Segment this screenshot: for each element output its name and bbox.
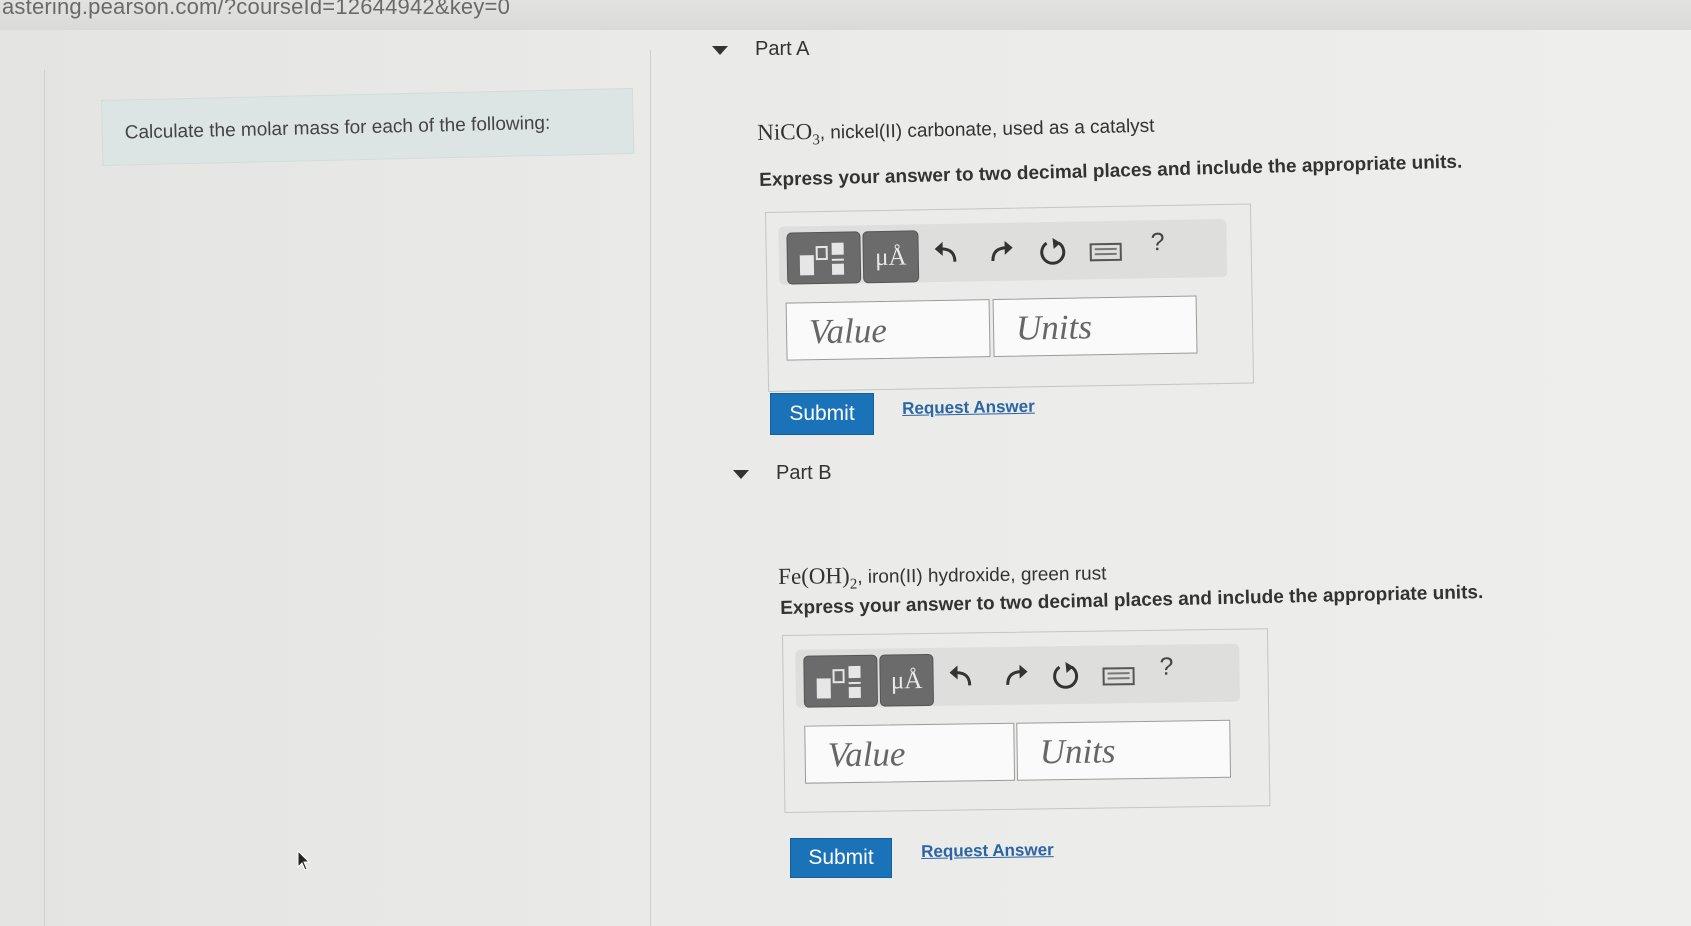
part-b-question: Fe(OH)2, iron(II) hydroxide, green rust	[778, 559, 1107, 594]
math-toolbar: μÅ ?	[795, 643, 1240, 708]
keyboard-icon[interactable]	[1088, 235, 1123, 268]
part-b-submit-button[interactable]: Submit	[790, 838, 892, 878]
value-input[interactable]: Value	[785, 299, 991, 361]
templates-button[interactable]	[803, 654, 879, 708]
redo-icon[interactable]	[999, 661, 1031, 693]
chemical-formula: Fe(OH)2	[778, 563, 858, 593]
part-b-title: Part B	[776, 462, 832, 484]
intro-text: Calculate the molar mass for each of the…	[124, 112, 551, 144]
units-input[interactable]: Units	[992, 295, 1198, 358]
part-b-request-answer-link[interactable]: Request Answer	[921, 840, 1054, 862]
units-glyph: μÅ	[890, 667, 923, 695]
part-a-answer-box: μÅ ? Value Units	[765, 203, 1255, 392]
url-text: astering.pearson.com/?courseId=12644942&…	[2, 0, 511, 19]
mouse-pointer-icon	[297, 850, 311, 871]
collapse-caret-icon[interactable]	[733, 470, 749, 479]
page-content: Calculate the molar mass for each of the…	[0, 30, 1691, 926]
math-toolbar: μÅ ?	[778, 218, 1228, 285]
undo-icon[interactable]	[945, 661, 977, 693]
units-input[interactable]: Units	[1016, 719, 1232, 781]
browser-address-bar[interactable]: astering.pearson.com/?courseId=12644942&…	[0, 0, 1691, 30]
help-icon[interactable]: ?	[1150, 228, 1164, 257]
undo-icon[interactable]	[930, 238, 963, 271]
part-a-submit-button[interactable]: Submit	[770, 393, 874, 435]
reset-icon[interactable]	[1036, 236, 1069, 269]
part-a-instruction: Express your answer to two decimal place…	[759, 151, 1463, 191]
redo-icon[interactable]	[984, 237, 1017, 270]
part-a-request-answer-link[interactable]: Request Answer	[902, 397, 1035, 419]
part-b-description: , iron(II) hydroxide, green rust	[857, 563, 1107, 588]
part-b-answer-box: μÅ ? Value Units	[782, 628, 1271, 813]
divider	[44, 70, 45, 926]
units-glyph: μÅ	[874, 243, 907, 272]
part-a-description: , nickel(II) carbonate, used as a cataly…	[819, 115, 1155, 144]
units-button[interactable]: μÅ	[879, 653, 935, 707]
divider	[650, 50, 651, 926]
templates-icon	[816, 665, 861, 699]
part-a-question: NiCO3, nickel(II) carbonate, used as a c…	[757, 112, 1155, 151]
intro-panel: Calculate the molar mass for each of the…	[101, 87, 635, 166]
value-input[interactable]: Value	[804, 722, 1016, 784]
units-button[interactable]: μÅ	[862, 230, 920, 284]
templates-icon	[799, 242, 845, 276]
keyboard-icon[interactable]	[1101, 659, 1135, 691]
collapse-caret-icon[interactable]	[712, 46, 728, 55]
templates-button[interactable]	[786, 231, 862, 285]
part-a-title: Part A	[755, 38, 810, 60]
help-icon[interactable]: ?	[1159, 653, 1173, 682]
reset-icon[interactable]	[1049, 660, 1081, 692]
chemical-formula: NiCO3	[757, 118, 821, 149]
